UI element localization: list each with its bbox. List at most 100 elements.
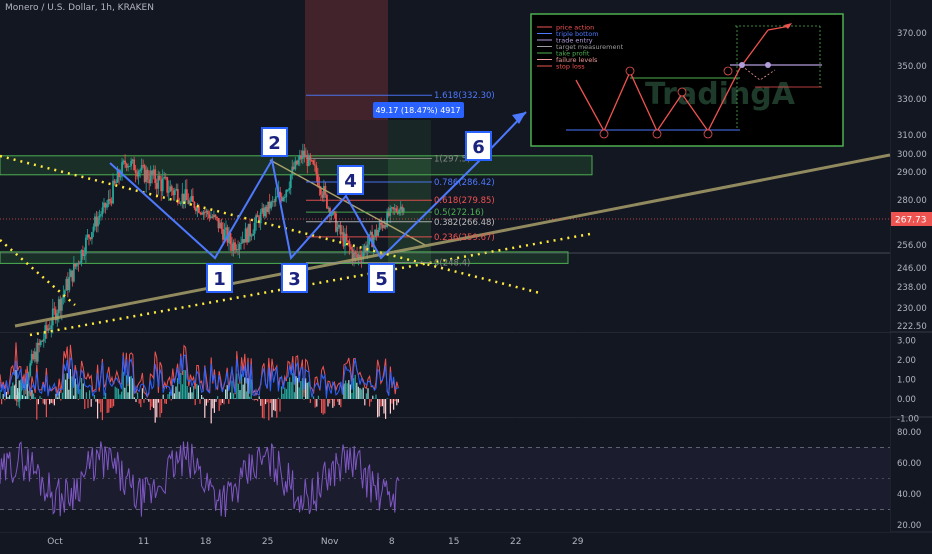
schematic-node bbox=[625, 66, 635, 76]
candle-body bbox=[63, 290, 66, 295]
candle-body bbox=[173, 190, 176, 196]
candle-body bbox=[285, 190, 288, 198]
fib-label: 0.236(259.67) bbox=[434, 233, 495, 243]
wave-label-6: 6 bbox=[465, 131, 492, 161]
oscillator-tick-label: 3.00 bbox=[897, 337, 916, 347]
price-tick-label: 330.00 bbox=[897, 95, 927, 105]
candle-body bbox=[185, 189, 188, 201]
oscillator-tick-label: 2.00 bbox=[897, 356, 916, 366]
wave-label-text: 5 bbox=[375, 269, 388, 290]
wave-label-1: 1 bbox=[206, 263, 233, 293]
candle-body bbox=[377, 230, 380, 236]
candle-body bbox=[316, 174, 319, 186]
candle-body bbox=[240, 242, 242, 244]
candle-body bbox=[97, 217, 99, 227]
candle-body bbox=[283, 197, 286, 199]
oscillator-tick-label: -1.00 bbox=[897, 415, 919, 425]
candle-body bbox=[146, 169, 149, 180]
candle-body bbox=[315, 165, 318, 175]
measure-tag: 49.17 (18.47%) 4917 bbox=[373, 102, 464, 118]
price-tick-label: 230.00 bbox=[897, 304, 927, 314]
time-tick-label: 15 bbox=[448, 537, 459, 547]
price-tick-label: 350.00 bbox=[897, 62, 927, 72]
candle-body bbox=[167, 191, 170, 193]
price-tick-label: 310.00 bbox=[897, 131, 927, 141]
schematic-node bbox=[677, 87, 687, 97]
price-chart[interactable]: TradingAprice actiontriple bottomtrade e… bbox=[0, 0, 932, 550]
candle-body bbox=[276, 196, 279, 198]
candle-body bbox=[50, 325, 53, 330]
time-tick-label: 8 bbox=[389, 537, 395, 547]
candle-body bbox=[252, 233, 255, 236]
candle-body bbox=[161, 178, 164, 192]
wave-label-text: 2 bbox=[268, 133, 281, 154]
candle-body bbox=[253, 222, 256, 234]
fib-label: 0(248.4) bbox=[434, 258, 470, 268]
time-tick-label: 22 bbox=[510, 537, 521, 547]
candle-body bbox=[42, 338, 45, 342]
fib-label: 1.618(332.30) bbox=[434, 91, 495, 101]
price-tick-label: 238.00 bbox=[897, 283, 927, 293]
candle-body bbox=[106, 204, 108, 208]
candle-body bbox=[297, 159, 300, 165]
price-tick-label: 300.00 bbox=[897, 150, 927, 160]
wave-label-text: 1 bbox=[213, 269, 226, 290]
fib-label: 0.382(266.48) bbox=[434, 218, 495, 228]
candle-body bbox=[256, 215, 259, 218]
candle-body bbox=[101, 207, 104, 215]
wave-label-3: 3 bbox=[281, 263, 308, 293]
candle-body bbox=[17, 400, 20, 402]
candle-body bbox=[29, 363, 32, 376]
candle-body bbox=[288, 188, 291, 190]
schematic-entry-dot bbox=[765, 62, 771, 68]
candle-body bbox=[286, 189, 289, 191]
wave-label-text: 6 bbox=[472, 137, 485, 158]
candle-body bbox=[289, 174, 292, 189]
candle-body bbox=[229, 233, 232, 244]
candle-body bbox=[220, 222, 223, 229]
wave-label-text: 4 bbox=[344, 171, 357, 192]
price-tick-label: 246.00 bbox=[897, 264, 927, 274]
schematic-node bbox=[599, 129, 609, 139]
candle-body bbox=[115, 182, 117, 184]
candle-body bbox=[398, 209, 401, 214]
price-tick-label: 256.00 bbox=[897, 241, 927, 251]
candle-body bbox=[36, 342, 39, 362]
candle-body bbox=[250, 235, 253, 237]
price-tick-label: 370.00 bbox=[897, 29, 927, 39]
schematic-entry-dot bbox=[739, 62, 745, 68]
candle-body bbox=[166, 177, 169, 193]
candle-body bbox=[326, 194, 328, 209]
schematic-node bbox=[703, 129, 713, 139]
candle-body bbox=[350, 246, 352, 250]
time-tick-label: Nov bbox=[321, 537, 339, 547]
legend-label: stop loss bbox=[556, 63, 585, 71]
candle-body bbox=[112, 180, 114, 204]
candle-body bbox=[207, 210, 209, 215]
candle-body bbox=[15, 399, 18, 401]
candle-body bbox=[179, 202, 182, 204]
fib-label: 0.618(279.85) bbox=[434, 196, 495, 206]
candle-body bbox=[134, 170, 137, 173]
candle-body bbox=[234, 242, 236, 251]
candle-body bbox=[214, 214, 217, 217]
wave-label-2: 2 bbox=[261, 127, 288, 157]
rsi-tick-label: 60.00 bbox=[897, 459, 921, 469]
chart-canvas[interactable]: TradingA price action triple bottom trade e… bbox=[0, 0, 932, 550]
chart-title: Monero / U.S. Dollar, 1h, KRAKEN bbox=[5, 3, 154, 13]
schematic-node bbox=[652, 129, 662, 139]
candle-body bbox=[98, 215, 101, 218]
candle-body bbox=[216, 216, 218, 218]
candle-body bbox=[51, 308, 54, 326]
candle-body bbox=[259, 212, 262, 224]
measure-tag-text: 49.17 (18.47%) 4917 bbox=[375, 106, 460, 115]
candle-body bbox=[154, 169, 157, 184]
candle-body bbox=[330, 214, 333, 216]
candle-body bbox=[53, 308, 56, 310]
candle-body bbox=[270, 201, 273, 209]
candle-body bbox=[238, 243, 241, 250]
candle-body bbox=[380, 222, 383, 225]
candle-body bbox=[170, 186, 173, 191]
candle-body bbox=[78, 262, 81, 265]
schematic-node bbox=[723, 66, 733, 76]
